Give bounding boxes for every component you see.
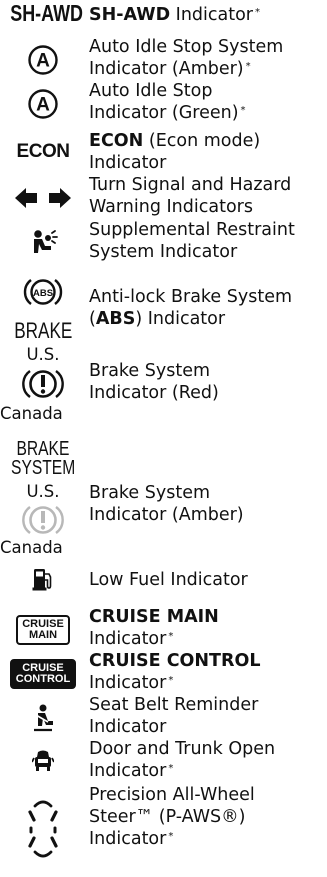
indicator-row-brake-red: BRAKE U.S. Canada Brake System Indicator… — [0, 318, 327, 438]
turn-signal-icon — [0, 188, 86, 208]
fuel-pump-icon — [0, 567, 86, 591]
indicator-row-door-trunk: Door and Trunk Open Indicator * — [0, 738, 327, 784]
turn-signal-description: Turn Signal and Hazard Warning Indicator… — [89, 175, 292, 217]
brake-red-description: Brake System Indicator (Red) — [89, 361, 219, 403]
auto-idle-amber-icon: A — [0, 44, 86, 76]
brake-system-label-icon: BRAKE SYSTEM — [10, 438, 76, 479]
indicator-row-srs: Supplemental Restraint System Indicator — [0, 219, 327, 267]
indicator-row-turn-signal: Turn Signal and Hazard Warning Indicator… — [0, 174, 327, 222]
cruise-main-icon: CRUISE MAIN — [0, 615, 86, 645]
indicator-row-low-fuel: Low Fuel Indicator — [0, 563, 327, 597]
region-us-label: U.S. — [26, 482, 60, 501]
p-aws-description: Precision All-Wheel Steer™ (P-AWS®) Indi… — [89, 785, 255, 849]
brake-red-icon — [0, 368, 86, 400]
region-canada-label: Canada — [0, 404, 63, 423]
auto-idle-green-description: Auto Idle Stop Indicator (Green) * — [89, 81, 246, 123]
region-canada-label: Canada — [0, 538, 63, 557]
cruise-control-icon: CRUISE CONTROL — [0, 659, 86, 689]
svg-text:ABS: ABS — [33, 288, 53, 299]
brake-amber-description: Brake System Indicator (Amber) — [89, 483, 244, 525]
door-trunk-description: Door and Trunk Open Indicator * — [89, 739, 276, 781]
sh-awd-icon: SH-AWD — [10, 0, 84, 26]
srs-description: Supplemental Restraint System Indicator — [89, 220, 295, 262]
indicator-row-brake-amber: BRAKE SYSTEM U.S. Canada Brake System In… — [0, 438, 327, 560]
p-aws-icon — [0, 798, 86, 860]
abs-icon: ABS — [0, 276, 86, 308]
svg-text:A: A — [36, 95, 50, 116]
region-us-label: U.S. — [26, 345, 60, 364]
sh-awd-description: SH-AWD Indicator * — [89, 5, 261, 25]
indicator-row-cruise-control: CRUISE CONTROL CRUISE CONTROL Indicator * — [0, 650, 327, 696]
econ-description: ECON (Econ mode) Indicator — [89, 131, 261, 173]
seat-belt-description: Seat Belt Reminder Indicator — [89, 695, 259, 737]
cruise-main-description: CRUISE MAIN Indicator * — [89, 607, 219, 649]
srs-icon — [0, 229, 86, 255]
indicator-row-p-aws: Precision All-Wheel Steer™ (P-AWS®) Indi… — [0, 784, 327, 876]
econ-icon: ECON — [16, 141, 70, 162]
brake-label-icon: BRAKE — [13, 318, 73, 343]
indicator-row-econ: ECON ECON (Econ mode) Indicator — [0, 130, 327, 178]
indicator-row-cruise-main: CRUISE MAIN CRUISE MAIN Indicator * — [0, 606, 327, 652]
svg-text:A: A — [36, 51, 50, 72]
indicator-row-sh-awd: SH-AWD SH-AWD Indicator * — [0, 0, 327, 26]
brake-amber-icon — [0, 504, 86, 536]
indicator-row-seat-belt: Seat Belt Reminder Indicator — [0, 694, 327, 740]
cruise-control-description: CRUISE CONTROL Indicator * — [89, 651, 261, 693]
door-open-icon — [0, 748, 86, 774]
indicator-row-auto-idle-amber: A Auto Idle Stop System Indicator (Amber… — [0, 36, 327, 86]
auto-idle-green-icon: A — [0, 88, 86, 120]
low-fuel-description: Low Fuel Indicator — [89, 570, 248, 590]
indicator-row-auto-idle-green: A Auto Idle Stop Indicator (Green) * — [0, 80, 327, 130]
auto-idle-amber-description: Auto Idle Stop System Indicator (Amber) * — [89, 37, 284, 79]
seat-belt-icon — [0, 704, 86, 732]
